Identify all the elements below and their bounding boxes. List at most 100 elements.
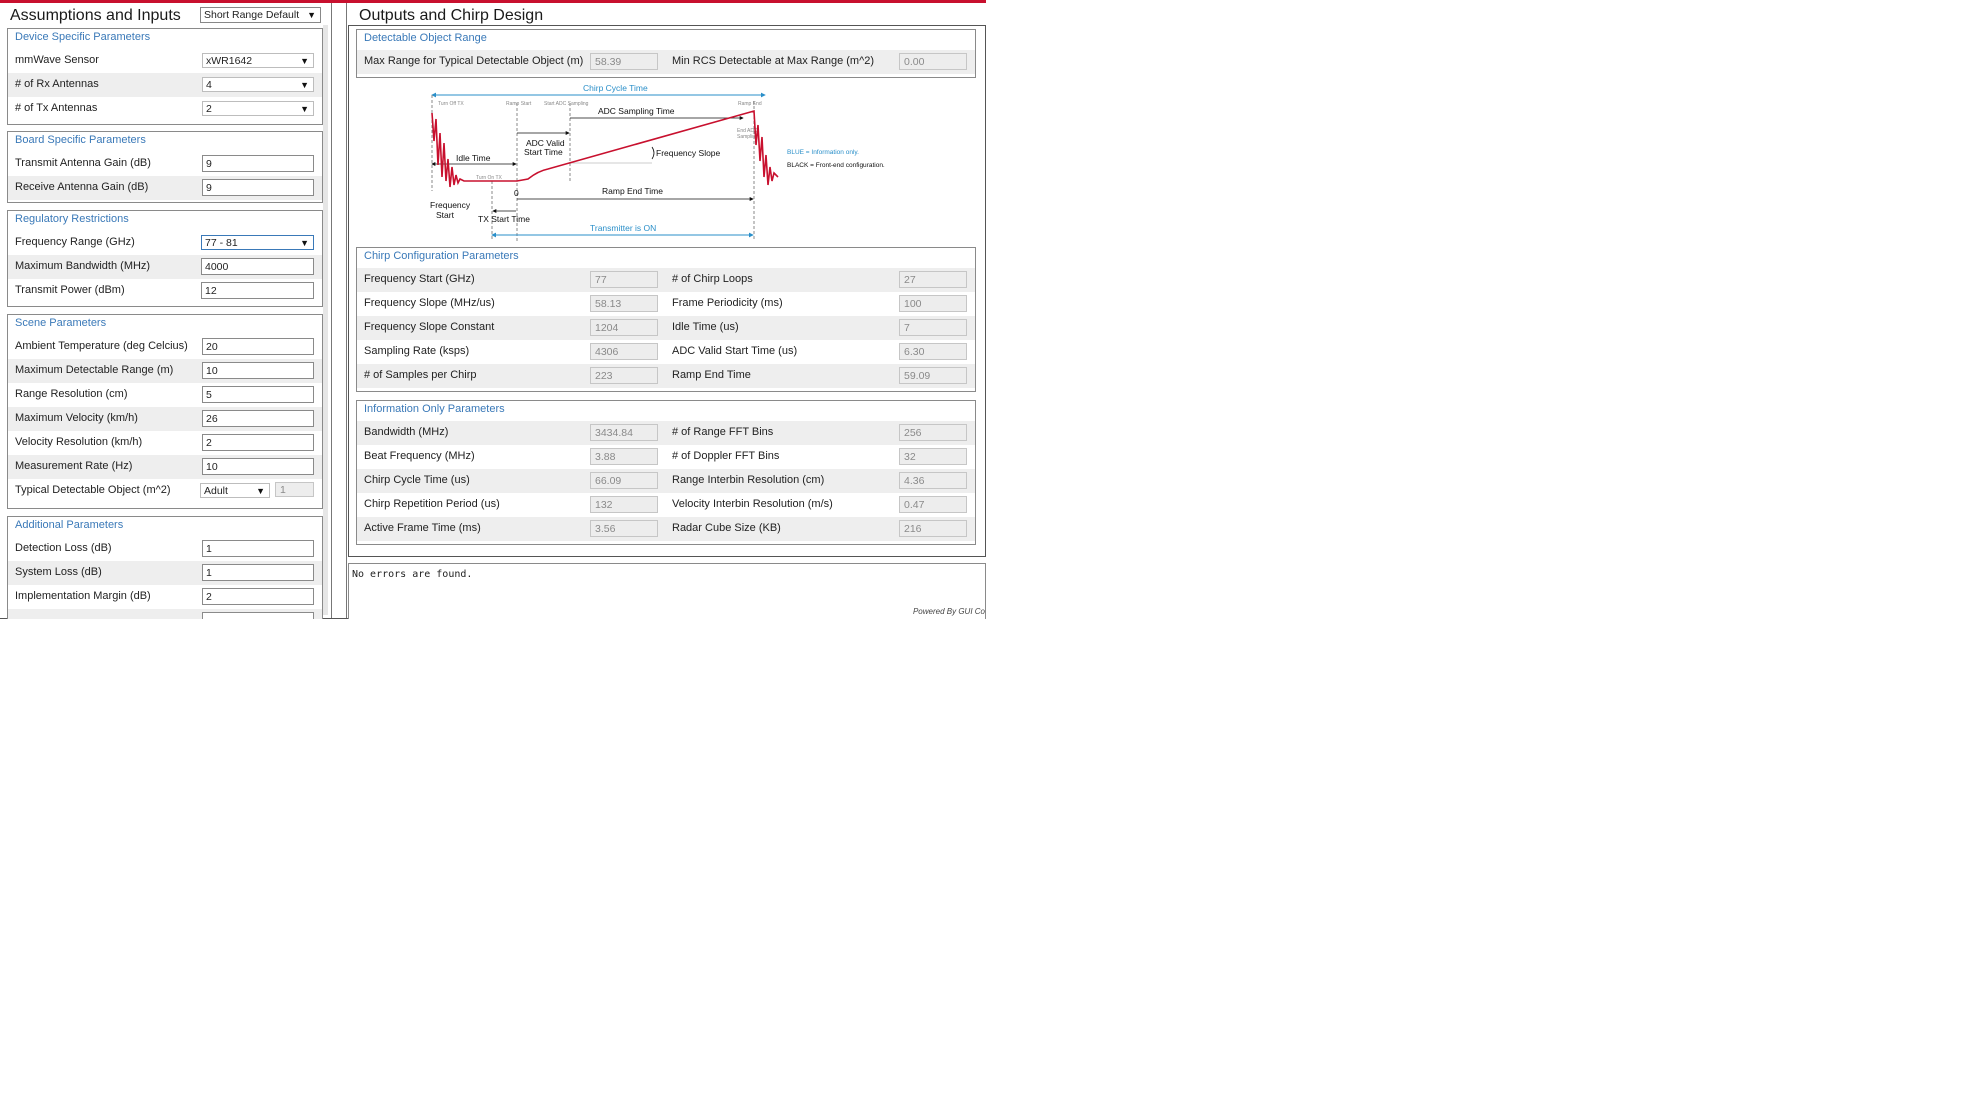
tx-power-input[interactable]: 12	[201, 282, 314, 299]
measurement-rate-input[interactable]: 10	[202, 458, 314, 475]
param-label: Maximum Velocity (km/h)	[15, 412, 138, 424]
param-label: # of Rx Antennas	[15, 78, 99, 90]
legend-black: BLACK = Front-end configuration.	[787, 162, 885, 169]
chirp-param-value: 4306	[590, 343, 658, 360]
turn-on-tx-label: Turn On TX	[476, 175, 503, 181]
max-range-value: 58.39	[590, 53, 658, 70]
chirp-param-label: Frequency Slope Constant	[364, 321, 495, 333]
chirp-param-value: 7	[899, 319, 967, 336]
preset-select-value: Short Range Default	[204, 9, 300, 21]
chirp-param-value: 1204	[590, 319, 658, 336]
range-resolution-input[interactable]: 5	[202, 386, 314, 403]
chirp-param-value: 58.13	[590, 295, 658, 312]
typical-object-rcs-value: 1	[275, 482, 314, 497]
info-param-value: 66.09	[590, 472, 658, 489]
tx-antennas-select[interactable]: 2 ▼	[202, 101, 314, 116]
chirp-param-value: 6.30	[899, 343, 967, 360]
param-label: Frequency Range (GHz)	[15, 236, 135, 248]
min-rcs-value: 0.00	[899, 53, 967, 70]
info-param-label: Radar Cube Size (KB)	[672, 522, 781, 534]
info-param-value: 3.56	[590, 520, 658, 537]
chirp-param-value: 59.09	[899, 367, 967, 384]
param-label: System Loss (dB)	[15, 566, 102, 578]
detection-loss-input[interactable]: 1	[202, 540, 314, 557]
info-param-label: Active Frame Time (ms)	[364, 522, 481, 534]
chirp-row: # of Samples per Chirp 223 Ramp End Time…	[357, 364, 975, 388]
param-row-measurement-rate: Measurement Rate (Hz) 10	[8, 455, 322, 479]
info-param-value: 132	[590, 496, 658, 513]
idle-time-label: Idle Time	[456, 153, 491, 163]
left-panel-divider	[331, 3, 332, 618]
info-param-label: Range Interbin Resolution (cm)	[672, 474, 825, 486]
additional-params-group: Additional Parameters Detection Loss (dB…	[7, 516, 323, 619]
param-label: Range Resolution (cm)	[15, 388, 128, 400]
implementation-margin-input[interactable]: 2	[202, 588, 314, 605]
param-row-frequency-range: Frequency Range (GHz) 77 - 81 ▼	[8, 231, 322, 255]
frequency-start-label-1: Frequency	[430, 200, 471, 210]
param-row-velocity-resolution: Velocity Resolution (km/h) 2	[8, 431, 322, 455]
info-param-label: Bandwidth (MHz)	[364, 426, 449, 438]
ramp-start-label: Ramp Start	[506, 101, 532, 107]
chevron-down-icon: ▼	[307, 10, 316, 20]
info-row: Active Frame Time (ms) 3.56 Radar Cube S…	[357, 517, 975, 541]
info-param-label: # of Range FFT Bins	[672, 426, 774, 438]
chirp-row: Frequency Start (GHz) 77 # of Chirp Loop…	[357, 268, 975, 292]
powered-by-label: Powered By GUI Co	[912, 607, 985, 616]
chirp-param-label: Frequency Start (GHz)	[364, 273, 475, 285]
chirp-param-value: 223	[590, 367, 658, 384]
info-param-value: 3.88	[590, 448, 658, 465]
chirp-param-label: # of Chirp Loops	[672, 273, 753, 285]
system-loss-input[interactable]: 1	[202, 564, 314, 581]
mmwave-sensor-select[interactable]: xWR1642 ▼	[202, 53, 314, 68]
param-label: Maximum Bandwidth (MHz)	[15, 260, 151, 272]
chirp-param-value: 27	[899, 271, 967, 288]
max-bandwidth-input[interactable]: 4000	[201, 258, 314, 275]
chirp-timing-diagram: Chirp Cycle Time Turn Off TX Ramp Start …	[430, 83, 885, 241]
group-title: Information Only Parameters	[364, 403, 505, 415]
adc-sampling-label: ADC Sampling Time	[598, 106, 675, 116]
detectable-range-group: Detectable Object Range Max Range for Ty…	[356, 29, 976, 78]
chirp-param-label: Frequency Slope (MHz/us)	[364, 297, 495, 309]
ramp-end-time-label: Ramp End Time	[602, 186, 663, 196]
group-title: Board Specific Parameters	[15, 134, 146, 146]
rx-antennas-select[interactable]: 4 ▼	[202, 77, 314, 92]
board-params-group: Board Specific Parameters Transmit Anten…	[7, 131, 323, 203]
param-label: Measurement Rate (Hz)	[15, 460, 133, 472]
device-params-group: Device Specific Parameters mmWave Sensor…	[7, 28, 323, 125]
regulatory-group: Regulatory Restrictions Frequency Range …	[7, 210, 323, 307]
chevron-down-icon: ▼	[256, 486, 265, 496]
chirp-param-label: # of Samples per Chirp	[364, 369, 477, 381]
info-param-label: Beat Frequency (MHz)	[364, 450, 475, 462]
velocity-resolution-input[interactable]: 2	[202, 434, 314, 451]
chevron-down-icon: ▼	[300, 56, 309, 66]
chirp-param-label: ADC Valid Start Time (us)	[672, 345, 798, 357]
info-param-label: # of Doppler FFT Bins	[672, 450, 780, 462]
chevron-down-icon: ▼	[300, 238, 309, 248]
max-velocity-input[interactable]: 26	[202, 410, 314, 427]
param-row-range-resolution: Range Resolution (cm) 5	[8, 383, 322, 407]
tx-gain-input[interactable]: 9	[202, 155, 314, 172]
param-label: Maximum Detectable Range (m)	[15, 364, 174, 376]
preset-select[interactable]: Short Range Default ▼	[200, 7, 321, 23]
ambient-temp-input[interactable]: 20	[202, 338, 314, 355]
typical-object-select[interactable]: Adult ▼	[200, 483, 270, 498]
cutoff-input[interactable]	[202, 612, 314, 619]
param-row-mmwave-sensor: mmWave Sensor xWR1642 ▼	[8, 49, 322, 73]
param-row-tx-power: Transmit Power (dBm) 12	[8, 279, 322, 303]
param-row-ambient-temp: Ambient Temperature (deg Celcius) 20	[8, 335, 322, 359]
param-label: Transmit Power (dBm)	[15, 284, 125, 296]
error-log-panel[interactable]: No errors are found. Powered By GUI Co	[348, 563, 986, 619]
rx-gain-input[interactable]: 9	[202, 179, 314, 196]
info-only-group: Information Only Parameters Bandwidth (M…	[356, 400, 976, 545]
error-log-text: No errors are found.	[352, 569, 473, 580]
frequency-range-select[interactable]: 77 - 81 ▼	[201, 235, 314, 250]
max-range-input[interactable]: 10	[202, 362, 314, 379]
select-value: xWR1642	[206, 55, 253, 67]
param-row-cutoff	[8, 609, 322, 619]
chirp-row: Sampling Rate (ksps) 4306 ADC Valid Star…	[357, 340, 975, 364]
param-label: Ambient Temperature (deg Celcius)	[15, 340, 188, 352]
param-label: Receive Antenna Gain (dB)	[15, 181, 149, 193]
left-panel-scrollbar[interactable]	[323, 25, 328, 615]
group-title: Scene Parameters	[15, 317, 107, 329]
group-title: Detectable Object Range	[364, 32, 487, 44]
